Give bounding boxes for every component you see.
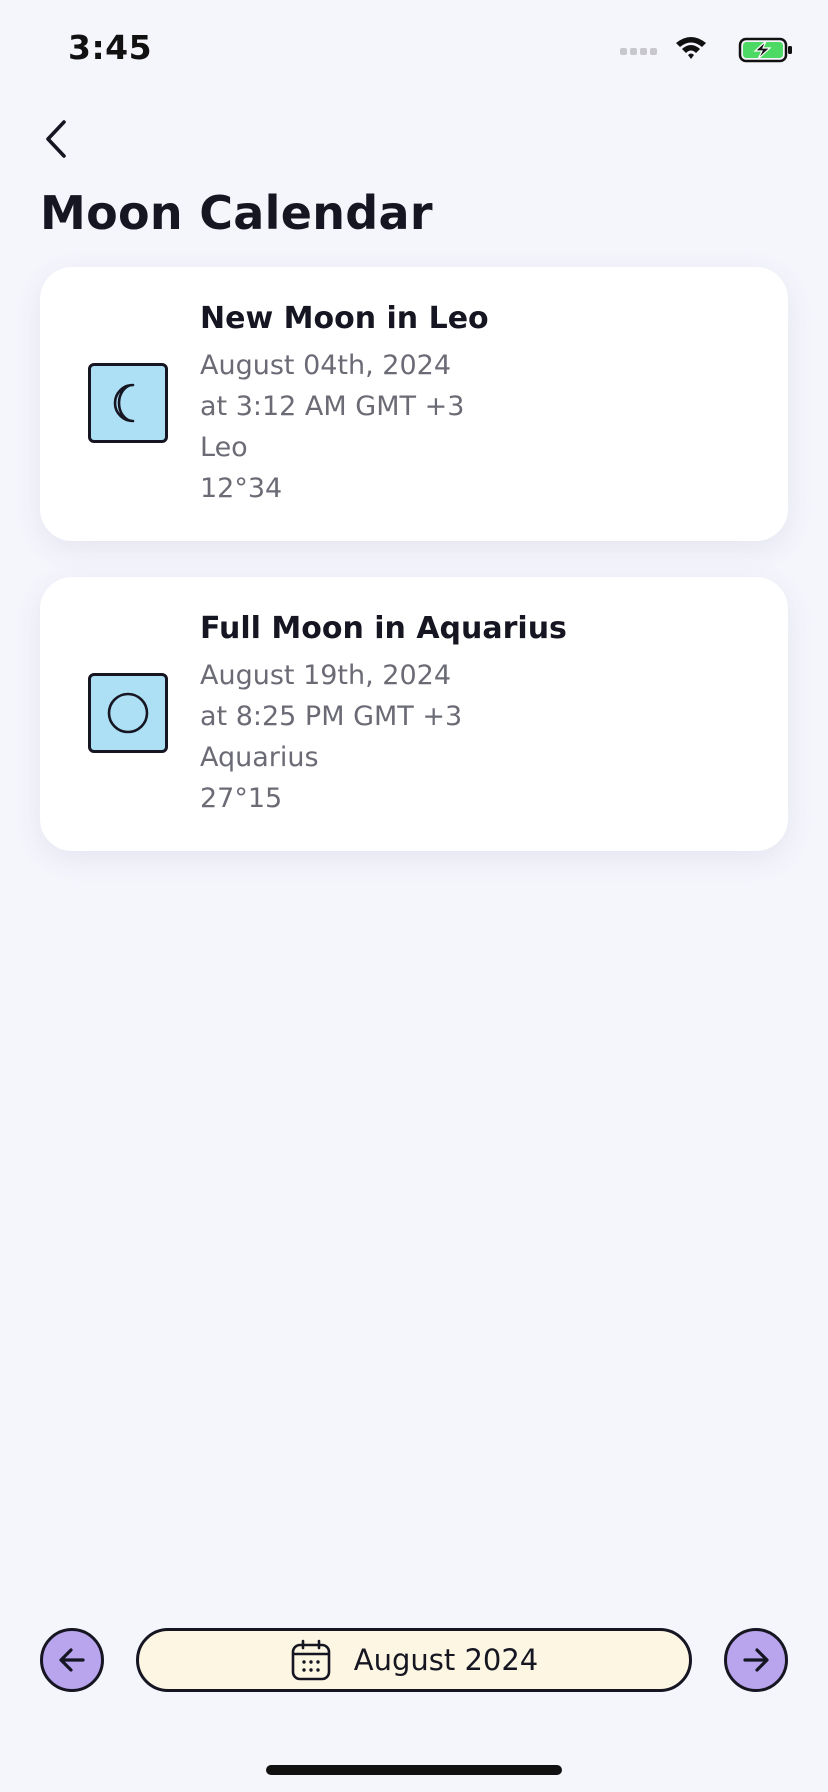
event-details: New Moon in Leo August 04th, 2024 at 3:1… bbox=[200, 301, 489, 509]
signal-icon bbox=[620, 48, 657, 55]
event-title: Full Moon in Aquarius bbox=[200, 611, 567, 646]
arrow-left-icon bbox=[59, 1648, 85, 1672]
status-time: 3:45 bbox=[68, 28, 153, 67]
back-button[interactable] bbox=[34, 112, 78, 166]
event-time: at 3:12 AM GMT +3 bbox=[200, 391, 465, 422]
full-moon-icon bbox=[88, 673, 168, 753]
previous-month-button[interactable] bbox=[40, 1628, 104, 1692]
event-date: August 04th, 2024 bbox=[200, 350, 452, 381]
event-sign: Leo bbox=[200, 432, 248, 463]
moon-event-card-full-moon-aquarius[interactable]: Full Moon in Aquarius August 19th, 2024 … bbox=[40, 577, 788, 851]
moon-calendar-screen: 3:45 Moon Calendar New Moon in Leo Augus… bbox=[0, 0, 828, 1792]
arrow-right-icon bbox=[743, 1648, 769, 1672]
event-details: Full Moon in Aquarius August 19th, 2024 … bbox=[200, 611, 567, 819]
chevron-left-icon bbox=[46, 120, 66, 158]
crescent-moon-icon bbox=[88, 363, 168, 443]
event-title: New Moon in Leo bbox=[200, 301, 489, 336]
month-label: August 2024 bbox=[353, 1643, 539, 1677]
event-degree: 27°15 bbox=[200, 783, 283, 814]
next-month-button[interactable] bbox=[724, 1628, 788, 1692]
event-time: at 8:25 PM GMT +3 bbox=[200, 701, 463, 732]
battery-charging-icon bbox=[738, 37, 792, 63]
event-degree: 12°34 bbox=[200, 473, 283, 504]
event-date: August 19th, 2024 bbox=[200, 660, 452, 691]
moon-event-card-new-moon-leo[interactable]: New Moon in Leo August 04th, 2024 at 3:1… bbox=[40, 267, 788, 541]
wifi-icon bbox=[676, 37, 706, 59]
month-picker[interactable]: August 2024 bbox=[136, 1628, 692, 1692]
page-title: Moon Calendar bbox=[40, 186, 433, 240]
event-sign: Aquarius bbox=[200, 742, 319, 773]
calendar-icon bbox=[291, 1639, 331, 1681]
home-indicator[interactable] bbox=[266, 1765, 562, 1775]
